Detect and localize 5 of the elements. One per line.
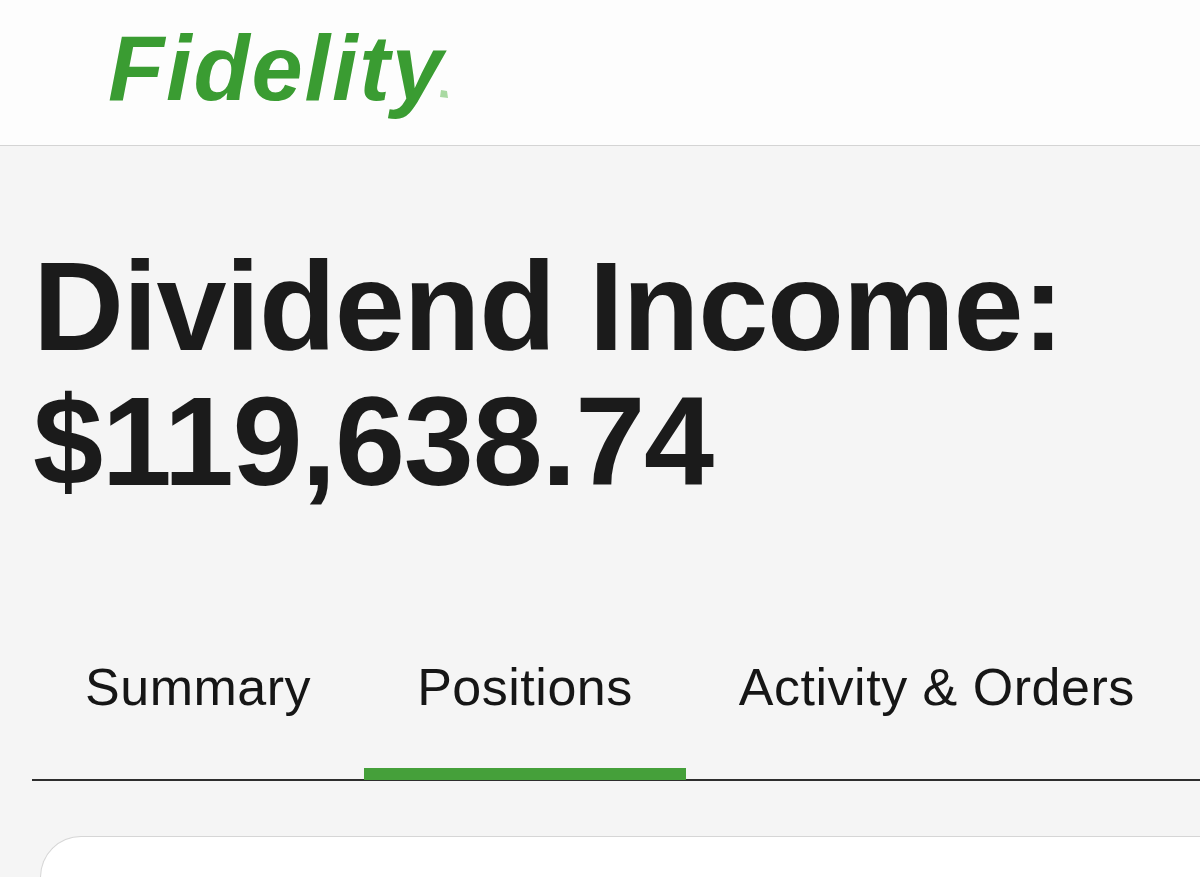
tab[interactable]: Activity & Orders: [685, 657, 1188, 780]
heading: Dividend Income:: [33, 239, 1064, 374]
amount: $119,638.74: [33, 374, 715, 509]
tab[interactable]: Summary: [32, 657, 365, 780]
tab[interactable]: Positions: [364, 657, 686, 780]
